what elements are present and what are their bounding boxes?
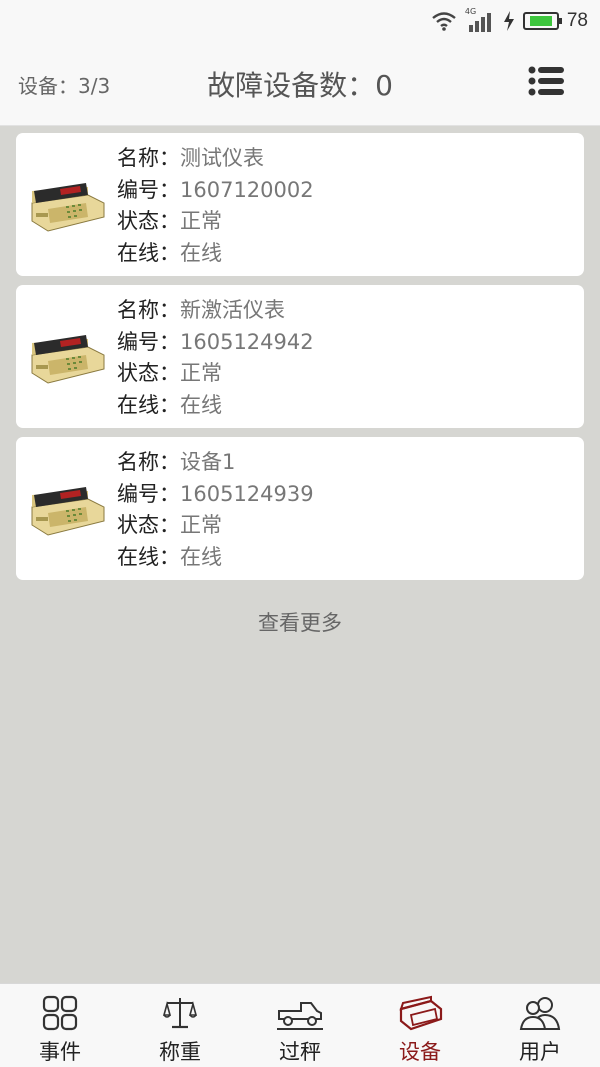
device-status: 正常 xyxy=(180,513,222,537)
tab-weighing[interactable]: 称重 xyxy=(120,984,240,1067)
status-label: 状态： xyxy=(117,209,180,233)
page-title: 故障设备数：0 xyxy=(207,69,393,102)
device-id: 1607120002 xyxy=(180,177,314,202)
device-status-row: 状态： 正常 xyxy=(117,358,314,390)
device-name: 测试仪表 xyxy=(180,146,264,170)
device-card[interactable]: 名称： 新激活仪表 编号： 1605124942 状态： 正常 在线： 在线 xyxy=(16,285,584,428)
device-icon xyxy=(397,994,443,1032)
id-label: 编号： xyxy=(117,329,180,354)
tab-label: 过秤 xyxy=(279,1040,321,1064)
tab-label: 用户 xyxy=(519,1040,561,1064)
device-name: 新激活仪表 xyxy=(180,298,285,322)
network-type-label: 4G xyxy=(464,7,477,16)
grid-icon xyxy=(37,994,83,1032)
truck-icon xyxy=(277,994,323,1032)
device-fields: 名称： 设备1 编号： 1605124939 状态： 正常 在线： 在线 xyxy=(117,447,314,573)
device-card[interactable]: 名称： 测试仪表 编号： 1607120002 状态： 正常 在线： 在线 xyxy=(16,133,584,276)
device-status: 正常 xyxy=(180,209,222,233)
id-label: 编号： xyxy=(117,481,180,506)
tab-users[interactable]: 用户 xyxy=(480,984,600,1067)
device-online: 在线 xyxy=(180,240,222,265)
cell-signal-icon: 4G xyxy=(464,7,495,32)
status-label: 状态： xyxy=(117,513,180,537)
device-online-row: 在线： 在线 xyxy=(117,542,314,574)
weighing-indicator-icon xyxy=(31,487,105,536)
list-menu-button[interactable] xyxy=(528,66,564,98)
device-online-row: 在线： 在线 xyxy=(117,390,314,422)
battery-icon xyxy=(522,12,562,30)
charging-icon xyxy=(503,11,515,31)
device-name-row: 名称： 设备1 xyxy=(117,447,314,479)
battery-fill xyxy=(529,16,552,26)
device-status-row: 状态： 正常 xyxy=(117,510,314,542)
weighing-indicator-icon xyxy=(31,335,105,384)
tab-events[interactable]: 事件 xyxy=(0,984,120,1067)
page-header: 设备：3/3 故障设备数：0 xyxy=(0,42,600,126)
device-id-row: 编号： 1605124939 xyxy=(117,479,314,511)
tab-devices[interactable]: 设备 xyxy=(360,984,480,1067)
wifi-icon xyxy=(431,11,457,31)
device-status: 正常 xyxy=(180,361,222,385)
status-bar: 4G 78 xyxy=(0,0,600,42)
device-name-row: 名称： 新激活仪表 xyxy=(117,295,314,327)
status-label: 状态： xyxy=(117,361,180,385)
device-id: 1605124942 xyxy=(180,329,314,354)
device-list: 名称： 测试仪表 编号： 1607120002 状态： 正常 在线： 在线 名称… xyxy=(16,133,584,589)
device-id: 1605124939 xyxy=(180,481,314,506)
weighing-indicator-icon xyxy=(31,183,105,232)
device-status-row: 状态： 正常 xyxy=(117,206,314,238)
view-more-link[interactable]: 查看更多 xyxy=(0,607,600,637)
online-label: 在线： xyxy=(117,392,180,417)
name-label: 名称： xyxy=(117,450,180,474)
online-label: 在线： xyxy=(117,544,180,569)
battery-level: 78 xyxy=(566,10,588,31)
device-card[interactable]: 名称： 设备1 编号： 1605124939 状态： 正常 在线： 在线 xyxy=(16,437,584,580)
device-id-row: 编号： 1607120002 xyxy=(117,175,314,207)
tab-weigh-pass[interactable]: 过秤 xyxy=(240,984,360,1067)
device-online-row: 在线： 在线 xyxy=(117,238,314,270)
bottom-tab-bar: 事件 称重 过秤 设备 用户 xyxy=(0,983,600,1067)
tab-label: 设备 xyxy=(399,1040,441,1064)
users-icon xyxy=(517,994,563,1032)
online-label: 在线： xyxy=(117,240,180,265)
tab-label: 事件 xyxy=(39,1040,81,1064)
device-fields: 名称： 新激活仪表 编号： 1605124942 状态： 正常 在线： 在线 xyxy=(117,295,314,421)
device-name-row: 名称： 测试仪表 xyxy=(117,143,314,175)
name-label: 名称： xyxy=(117,146,180,170)
id-label: 编号： xyxy=(117,177,180,202)
name-label: 名称： xyxy=(117,298,180,322)
device-fields: 名称： 测试仪表 编号： 1607120002 状态： 正常 在线： 在线 xyxy=(117,143,314,269)
device-online: 在线 xyxy=(180,392,222,417)
list-menu-icon xyxy=(528,66,564,96)
device-name: 设备1 xyxy=(180,450,236,474)
device-id-row: 编号： 1605124942 xyxy=(117,327,314,359)
device-online: 在线 xyxy=(180,544,222,569)
scale-icon xyxy=(157,994,203,1032)
tab-label: 称重 xyxy=(159,1040,201,1064)
